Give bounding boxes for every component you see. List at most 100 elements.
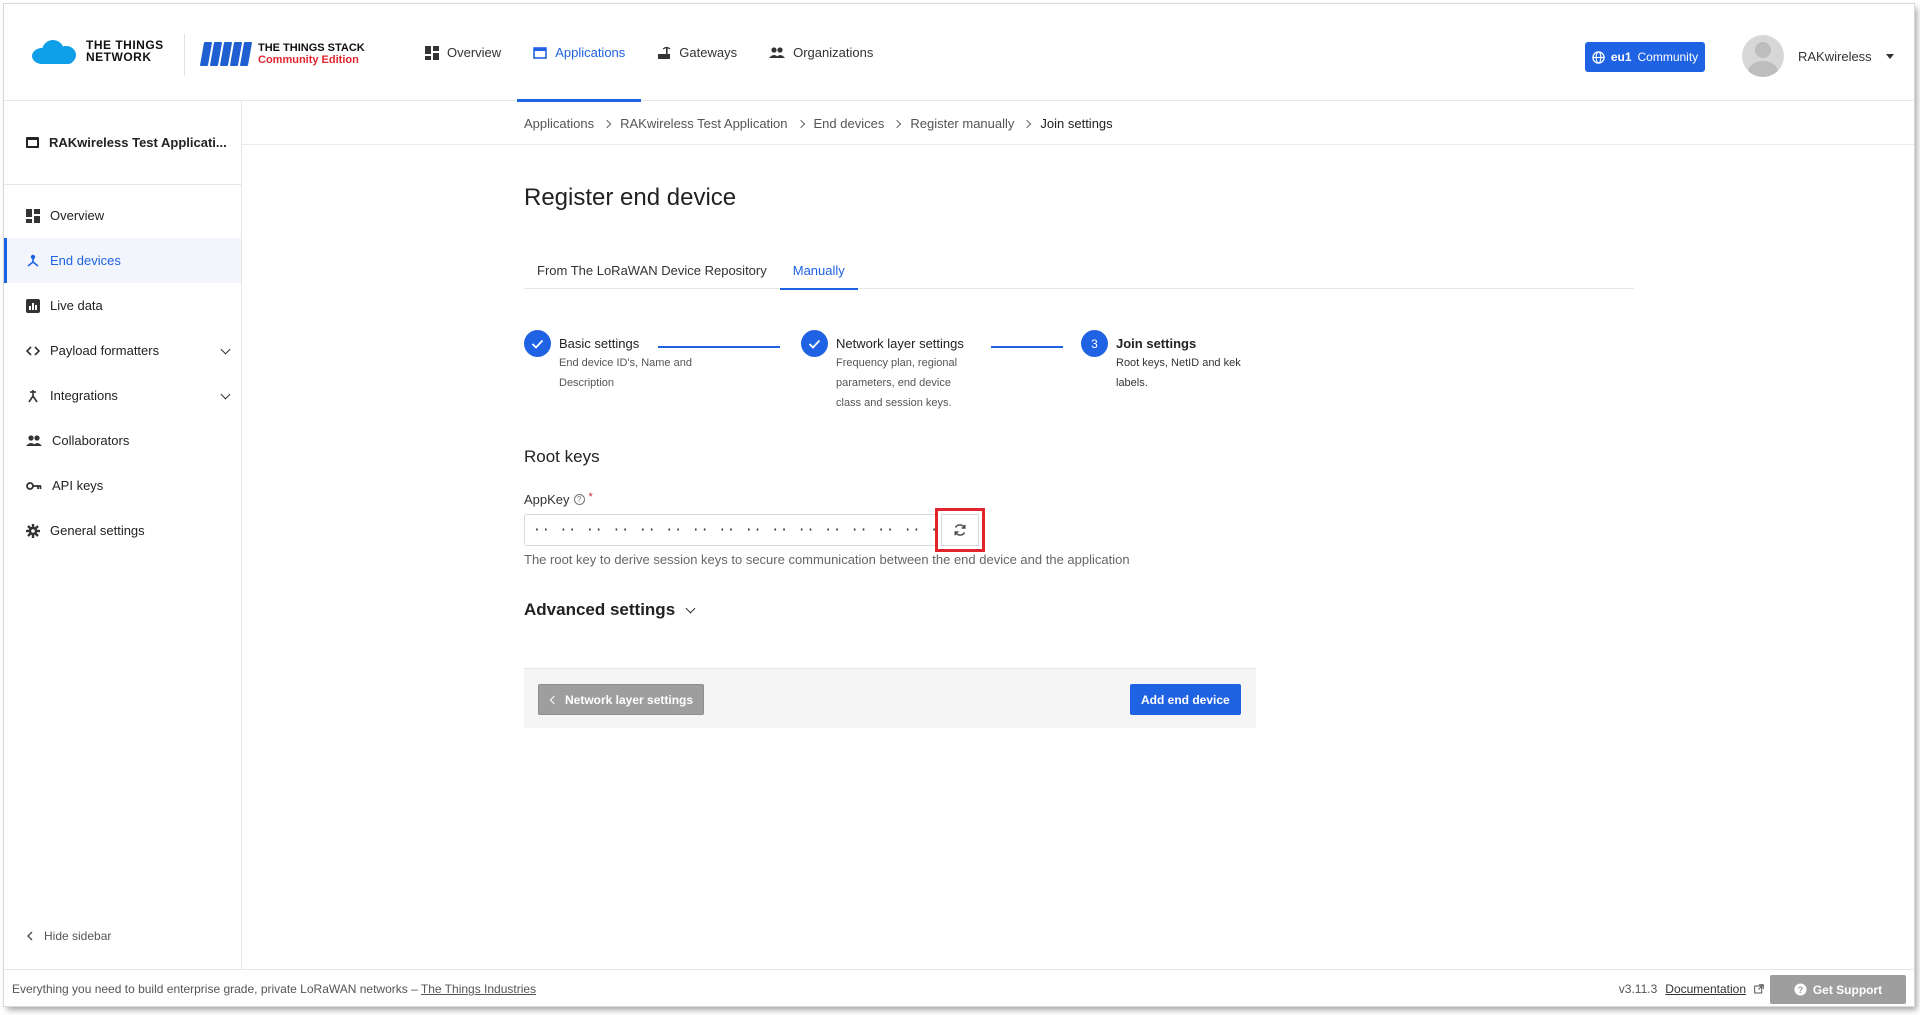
version-label: v3.11.3	[1618, 982, 1658, 996]
check-icon	[524, 330, 551, 357]
sidebar-item-label: General settings	[50, 523, 145, 538]
step-network-layer: Network layer settings Frequency plan, r…	[801, 330, 976, 413]
footer-tagline: Everything you need to build enterprise …	[12, 982, 536, 996]
grid-icon	[26, 208, 40, 223]
back-button[interactable]: Network layer settings	[538, 684, 705, 715]
grid-icon	[425, 45, 439, 60]
globe-icon	[1592, 50, 1605, 64]
people-icon	[26, 434, 42, 446]
breadcrumb-applications[interactable]: Applications	[524, 116, 594, 131]
add-end-device-button[interactable]: Add end device	[1130, 684, 1241, 715]
tts-books-icon	[199, 42, 253, 66]
sidebar-item-integrations[interactable]: Integrations	[4, 373, 241, 418]
avatar	[1742, 35, 1784, 77]
app-name: RAKwireless Test Applicati...	[49, 135, 227, 150]
sidebar-item-label: End devices	[50, 253, 121, 268]
window-icon	[533, 46, 547, 59]
gateway-icon	[658, 46, 671, 59]
breadcrumb: Applications RAKwireless Test Applicatio…	[524, 116, 1113, 131]
sidebar-item-label: Collaborators	[52, 433, 130, 448]
top-header: THE THINGS NETWORK THE THINGS STACK Comm…	[4, 4, 1914, 102]
breadcrumb-application[interactable]: RAKwireless Test Application	[620, 116, 787, 131]
sidebar-item-api-keys[interactable]: API keys	[4, 463, 241, 508]
sidebar-item-label: Payload formatters	[50, 343, 160, 358]
breadcrumb-register-manually[interactable]: Register manually	[910, 116, 1014, 131]
nav-organizations-label: Organizations	[793, 45, 874, 60]
step-number: 3	[1081, 330, 1108, 357]
required-marker: *	[588, 490, 593, 503]
footer-meta: v3.11.3 Documentation	[1619, 982, 1764, 996]
appkey-input[interactable]: ·· ·· ·· ·· ·· ·· ·· ·· ·· ·· ·· ·· ·· ·…	[524, 514, 936, 546]
top-nav: Overview Applications Gateways Organizat…	[409, 4, 889, 102]
tti-link[interactable]: The Things Industries	[421, 982, 536, 996]
chart-icon	[26, 298, 40, 313]
sidebar-item-payload-formatters[interactable]: Payload formatters	[4, 328, 241, 373]
code-icon	[26, 345, 40, 356]
nav-overview[interactable]: Overview	[409, 4, 517, 101]
appkey-label-text: AppKey	[524, 492, 570, 507]
caret-down-icon	[1885, 53, 1894, 59]
generate-key-inner	[941, 514, 979, 546]
chevron-left-icon	[26, 931, 33, 941]
breadcrumb-divider	[242, 144, 1914, 145]
sidebar-item-end-devices[interactable]: End devices	[4, 238, 241, 283]
ttn-logo[interactable]: THE THINGS NETWORK	[32, 38, 164, 64]
sidebar-item-general-settings[interactable]: General settings	[4, 508, 241, 553]
form-actions: Network layer settings Add end device	[524, 668, 1256, 728]
nav-gateways-label: Gateways	[679, 45, 738, 60]
help-icon[interactable]: ?	[573, 494, 585, 505]
header-divider	[184, 34, 185, 76]
sidebar-list: Overview End devices Live data Payload f…	[4, 185, 241, 553]
tts-logo[interactable]: THE THINGS STACK Community Edition	[199, 42, 365, 66]
back-button-label: Network layer settings	[565, 692, 694, 707]
tab-device-repository[interactable]: From The LoRaWAN Device Repository	[524, 251, 780, 289]
step-title: Basic settings	[559, 336, 640, 351]
chevron-right-icon	[796, 119, 805, 128]
sidebar-item-collaborators[interactable]: Collaborators	[4, 418, 241, 463]
nav-organizations[interactable]: Organizations	[753, 4, 889, 101]
step-description: End device ID's, Name and Description	[559, 357, 692, 389]
chevron-right-icon	[893, 119, 902, 128]
chevron-down-icon	[220, 389, 231, 400]
generate-key-button[interactable]	[935, 508, 985, 552]
nav-gateways[interactable]: Gateways	[641, 4, 753, 101]
ttn-logo-text: THE THINGS NETWORK	[86, 38, 164, 64]
get-support-button[interactable]: ? Get Support	[1770, 975, 1906, 1004]
step-title: Join settings	[1116, 336, 1197, 351]
page-title: Register end device	[524, 184, 737, 211]
sidebar-item-label: Overview	[50, 208, 105, 223]
nav-applications[interactable]: Applications	[517, 4, 642, 102]
device-icon	[27, 254, 39, 267]
nav-applications-label: Applications	[555, 45, 626, 60]
check-icon	[801, 330, 828, 357]
sidebar-item-label: Integrations	[50, 388, 118, 403]
step-connector	[991, 346, 1063, 348]
sidebar-item-live-data[interactable]: Live data	[4, 283, 241, 328]
get-support-label: Get Support	[1812, 982, 1883, 997]
sidebar: RAKwireless Test Applicati... Overview E…	[4, 101, 242, 969]
question-icon: ?	[1794, 983, 1807, 996]
chevron-down-icon	[220, 344, 231, 355]
advanced-settings-toggle[interactable]: Advanced settings	[524, 600, 696, 620]
gear-icon	[26, 523, 40, 538]
key-icon	[26, 481, 42, 490]
progress-steps: Basic settings End device ID's, Name and…	[524, 330, 1284, 420]
breadcrumb-end-devices[interactable]: End devices	[814, 116, 885, 131]
step-basic-settings: Basic settings End device ID's, Name and…	[524, 330, 699, 393]
step-title: Network layer settings	[836, 336, 964, 351]
cluster-badge[interactable]: eu1 Community	[1585, 42, 1705, 72]
cluster-label: Community	[1637, 50, 1699, 64]
breadcrumb-current: Join settings	[1040, 116, 1113, 131]
sidebar-app-title: RAKwireless Test Applicati...	[4, 101, 241, 185]
tab-manually[interactable]: Manually	[779, 251, 858, 290]
step-join-settings: 3 Join settings Root keys, NetID and kek…	[1081, 330, 1256, 393]
register-tabs: From The LoRaWAN Device Repository Manua…	[524, 251, 1634, 290]
sidebar-item-overview[interactable]: Overview	[4, 193, 241, 238]
tts-logo-text: THE THINGS STACK Community Edition	[258, 42, 365, 66]
svg-text:?: ?	[1797, 985, 1803, 995]
people-icon	[769, 46, 786, 58]
sidebar-item-label: API keys	[52, 478, 104, 493]
documentation-link[interactable]: Documentation	[1665, 982, 1746, 996]
user-menu[interactable]: RAKwireless	[1742, 35, 1894, 77]
hide-sidebar-button[interactable]: Hide sidebar	[26, 929, 111, 943]
